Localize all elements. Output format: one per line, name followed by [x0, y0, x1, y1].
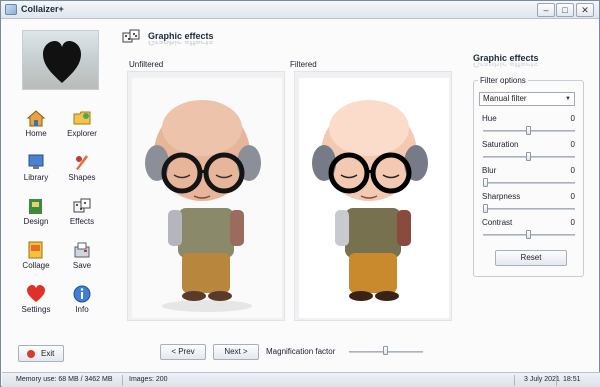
saturation-label: Saturation — [482, 140, 519, 149]
filter-select[interactable]: Manual filter ▼ — [479, 92, 575, 106]
power-icon — [27, 350, 35, 358]
filtered-panel — [294, 71, 452, 321]
minimize-button[interactable]: – — [537, 3, 555, 17]
saturation-slider-thumb[interactable] — [526, 152, 531, 161]
sidebar-item-label: Design — [23, 217, 49, 226]
sharpness-label: Sharpness — [482, 192, 521, 201]
sidebar-item-settings[interactable]: Settings — [14, 285, 58, 321]
unfiltered-panel — [127, 71, 285, 321]
sidebar-item-design[interactable]: Design — [14, 197, 58, 233]
app-window: Collaizer+ – □ ✕ Home Explorer Library S… — [0, 0, 600, 387]
maximize-button[interactable]: □ — [556, 3, 574, 17]
design-icon — [26, 197, 46, 215]
status-bar: Memory use: 68 MB / 3462 MB Images: 200 … — [2, 372, 600, 387]
effects-panel-title-reflection: Graphic effects — [473, 63, 539, 69]
unfiltered-caption: Unfiltered — [129, 60, 164, 69]
info-icon — [72, 285, 92, 303]
sidebar-item-label: Settings — [21, 305, 51, 314]
contrast-value: 0 — [570, 218, 575, 227]
close-button[interactable]: ✕ — [576, 3, 594, 17]
contrast-slider-thumb[interactable] — [526, 230, 531, 239]
images-status: Images: 200 — [129, 376, 168, 383]
title-bar[interactable]: Collaizer+ – □ ✕ — [1, 1, 599, 19]
sidebar-item-save[interactable]: Save — [60, 241, 104, 277]
exit-label: Exit — [41, 349, 55, 358]
next-button[interactable]: Next > — [213, 344, 259, 360]
hue-value: 0 — [570, 114, 575, 123]
sidebar-item-label: Library — [23, 173, 49, 182]
filter-select-value: Manual filter — [483, 94, 527, 103]
blur-value: 0 — [570, 166, 575, 175]
status-divider — [556, 375, 557, 386]
page-title-reflection: Graphic effects — [148, 41, 214, 47]
sidebar-item-explorer[interactable]: Explorer — [60, 109, 104, 145]
sharpness-slider[interactable] — [483, 208, 575, 210]
sidebar-item-label: Shapes — [68, 173, 96, 182]
filter-options-group — [473, 80, 584, 277]
blur-slider[interactable] — [483, 182, 575, 184]
unfiltered-photo[interactable] — [132, 78, 282, 318]
sidebar-item-effects[interactable]: Effects — [60, 197, 104, 233]
magnification-slider-thumb[interactable] — [383, 346, 388, 355]
filtered-photo[interactable] — [299, 78, 449, 318]
window-title: Collaizer+ — [21, 4, 64, 14]
effects-panel-title: Graphic effects — [473, 53, 539, 63]
house-icon — [26, 109, 46, 127]
blur-slider-thumb[interactable] — [483, 178, 488, 187]
sidebar-item-label: Collage — [22, 261, 50, 270]
filter-options-legend: Filter options — [478, 76, 528, 85]
time-status: 18:51 — [563, 376, 581, 383]
heart-settings-icon — [26, 285, 46, 303]
page-title: Graphic effects — [148, 31, 214, 41]
sharpness-slider-thumb[interactable] — [483, 204, 488, 213]
app-icon — [5, 4, 17, 15]
magnification-label: Magnification factor — [266, 347, 336, 356]
sidebar-item-home[interactable]: Home — [14, 109, 58, 145]
collage-thumbnail[interactable] — [22, 30, 99, 90]
sidebar: Home Explorer Library Shapes Design Effe… — [2, 20, 120, 370]
shapes-icon — [72, 153, 92, 171]
hue-label: Hue — [482, 114, 497, 123]
chevron-down-icon[interactable]: ▼ — [563, 94, 573, 104]
doll-figure-filtered-image — [312, 100, 428, 301]
sidebar-item-collage[interactable]: Collage — [14, 241, 58, 277]
status-divider — [514, 375, 515, 386]
exit-button[interactable]: Exit — [18, 345, 64, 362]
memory-status: Memory use: 68 MB / 3462 MB — [16, 376, 113, 383]
hue-slider-thumb[interactable] — [526, 126, 531, 135]
sidebar-item-label: Info — [75, 305, 89, 314]
prev-button[interactable]: < Prev — [160, 344, 206, 360]
sidebar-item-label: Explorer — [67, 129, 97, 138]
sidebar-item-shapes[interactable]: Shapes — [60, 153, 104, 189]
sidebar-item-label: Effects — [69, 217, 95, 226]
folder-explorer-icon — [72, 109, 92, 127]
blur-label: Blur — [482, 166, 497, 175]
sharpness-value: 0 — [570, 192, 575, 201]
dice-effects-icon — [122, 29, 140, 43]
monitor-library-icon — [26, 153, 46, 171]
save-icon — [72, 241, 92, 259]
dice-effects-icon — [72, 197, 92, 215]
date-status: 3 July 2021 — [524, 376, 560, 383]
sidebar-item-label: Save — [72, 261, 92, 270]
sidebar-item-label: Home — [25, 129, 47, 138]
heart-image — [43, 41, 81, 83]
doll-figure-image — [145, 100, 261, 312]
sidebar-item-info[interactable]: Info — [60, 285, 104, 321]
saturation-value: 0 — [570, 140, 575, 149]
reset-button[interactable]: Reset — [495, 250, 567, 266]
filtered-caption: Filtered — [290, 60, 317, 69]
contrast-label: Contrast — [482, 218, 513, 227]
status-divider — [122, 375, 123, 386]
collage-icon — [26, 241, 46, 259]
sidebar-item-library[interactable]: Library — [14, 153, 58, 189]
